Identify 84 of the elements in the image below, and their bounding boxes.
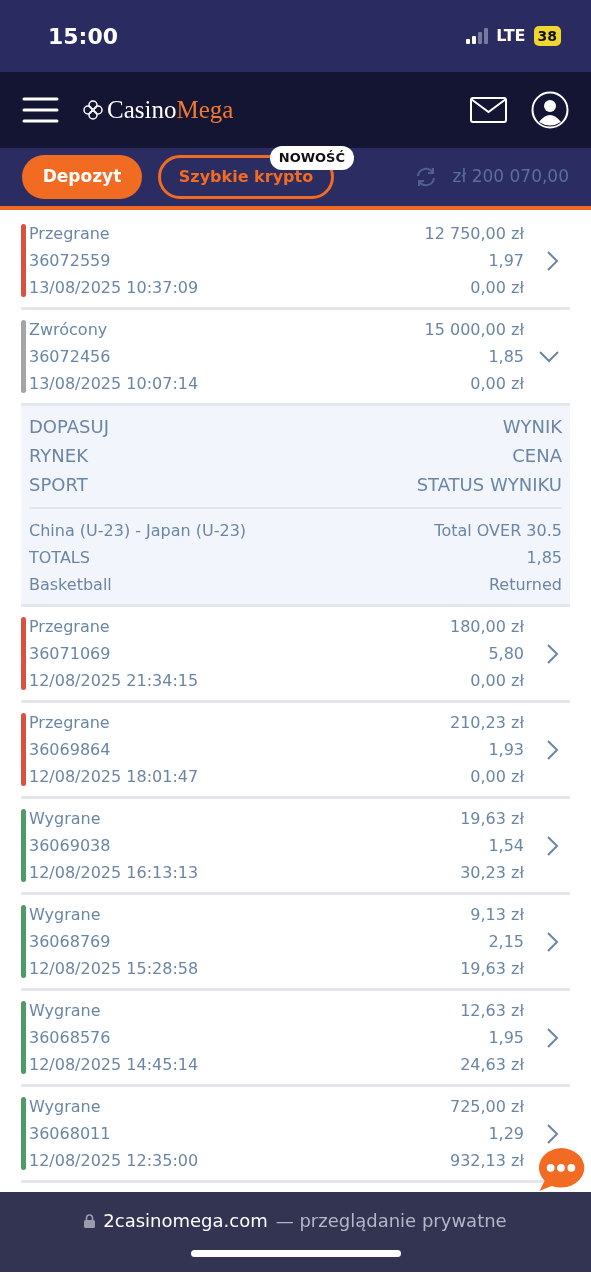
bet-date: 13/08/2025 10:37:09 xyxy=(29,277,199,299)
new-badge: NOWOŚĆ xyxy=(269,146,354,170)
bet-stake: 9,13 zł xyxy=(469,904,524,926)
bet-date: 12/08/2025 15:28:58 xyxy=(29,958,199,980)
lock-icon xyxy=(84,1213,96,1228)
bet-id: 36068576 xyxy=(29,1027,112,1049)
bet-odds: 1,54 xyxy=(487,835,524,857)
bet-status: Przegrane xyxy=(29,616,111,638)
bet-stake: 15 000,00 zł xyxy=(424,319,524,341)
column-header: WYNIK xyxy=(502,415,562,439)
bet-odds: 1,95 xyxy=(487,1027,524,1049)
detail-value: Returned xyxy=(488,574,562,596)
detail-value: 1,85 xyxy=(526,547,562,569)
bet-status: Wygrane xyxy=(29,808,102,830)
bet-id: 36069038 xyxy=(29,835,112,857)
bet-payout: 30,23 zł xyxy=(460,862,524,884)
bet-status: Wygrane xyxy=(29,904,102,926)
bet-date: 13/08/2025 10:07:14 xyxy=(29,373,199,395)
chevron-down-icon[interactable] xyxy=(538,349,560,364)
bet-date: 12/08/2025 16:13:13 xyxy=(29,862,199,884)
chevron-right-icon[interactable] xyxy=(546,1026,560,1049)
bet-stake: 210,23 zł xyxy=(450,712,524,734)
bet-payout: 932,13 zł xyxy=(450,1150,524,1172)
logo[interactable]: CasinoMega xyxy=(107,91,234,129)
bet-status: Zwrócony xyxy=(29,319,109,341)
clover-icon xyxy=(83,100,103,120)
detail-value: TOTALS xyxy=(29,547,90,569)
bet-stake: 180,00 zł xyxy=(450,616,524,638)
column-header: STATUS WYNIKU xyxy=(416,473,562,497)
browser-address[interactable]: 2casinomega.com xyxy=(103,1207,268,1234)
bet-payout: 24,63 zł xyxy=(460,1054,524,1076)
bet-stake: 725,00 zł xyxy=(450,1096,524,1118)
bet-odds: 1,29 xyxy=(487,1123,524,1145)
column-header: SPORT xyxy=(29,473,88,497)
bet-stake: 19,63 zł xyxy=(460,808,524,830)
chevron-right-icon[interactable] xyxy=(546,1122,560,1145)
chevron-right-icon[interactable] xyxy=(546,249,560,272)
signal-icon xyxy=(466,28,489,44)
bet-stake: 12,63 zł xyxy=(460,1000,524,1022)
bet-odds: 5,80 xyxy=(487,643,524,665)
clock: 15:00 xyxy=(48,22,119,51)
bet-payout: 0,00 zł xyxy=(469,766,524,788)
private-browsing-note: — przeglądanie prywatne xyxy=(275,1209,507,1233)
chat-icon[interactable] xyxy=(536,1146,586,1193)
bet-payout: 0,00 zł xyxy=(469,277,524,299)
bet-date: 12/08/2025 21:34:15 xyxy=(29,670,199,692)
bet-id: 36071069 xyxy=(29,643,112,665)
bet-date: 12/08/2025 18:01:47 xyxy=(29,766,199,788)
menu-icon[interactable] xyxy=(22,97,59,123)
mail-icon[interactable] xyxy=(470,97,507,123)
detail-value: Total OVER 30.5 xyxy=(434,520,562,542)
bet-id: 36072559 xyxy=(29,250,112,272)
chevron-right-icon[interactable] xyxy=(546,738,560,761)
bet-payout: 19,63 zł xyxy=(460,958,524,980)
bet-id: 36069864 xyxy=(29,739,112,761)
column-header: DOPASUJ xyxy=(29,415,109,439)
detail-value: Basketball xyxy=(29,574,112,596)
account-icon[interactable] xyxy=(531,91,569,129)
bet-date: 12/08/2025 12:35:00 xyxy=(29,1150,199,1172)
refresh-icon[interactable] xyxy=(414,166,437,188)
detail-value: China (U-23) - Japan (U-23) xyxy=(29,520,247,542)
column-header: RYNEK xyxy=(29,444,88,468)
bet-id: 36068011 xyxy=(29,1123,112,1145)
bet-status: Wygrane xyxy=(29,1000,102,1022)
bet-status: Wygrane xyxy=(29,1096,102,1118)
bet-odds: 1,97 xyxy=(487,250,524,272)
column-header: CENA xyxy=(512,444,562,468)
chevron-right-icon[interactable] xyxy=(546,930,560,953)
network-label: LTE xyxy=(496,25,526,47)
bet-status: Przegrane xyxy=(29,223,111,245)
chevron-right-icon[interactable] xyxy=(546,642,560,665)
bet-odds: 1,93 xyxy=(487,739,524,761)
bet-stake: 12 750,00 zł xyxy=(424,223,524,245)
bet-payout: 0,00 zł xyxy=(469,373,524,395)
battery-level: 38 xyxy=(533,26,561,46)
bet-odds: 1,85 xyxy=(487,346,524,368)
chevron-right-icon[interactable] xyxy=(546,834,560,857)
bet-payout: 0,00 zł xyxy=(469,670,524,692)
bet-status: Przegrane xyxy=(29,712,111,734)
bet-date: 12/08/2025 14:45:14 xyxy=(29,1054,199,1076)
bet-odds: 2,15 xyxy=(487,931,524,953)
balance: zł 200 070,00 xyxy=(452,165,569,189)
bet-id: 36068769 xyxy=(29,931,112,953)
bet-id: 36072456 xyxy=(29,346,112,368)
